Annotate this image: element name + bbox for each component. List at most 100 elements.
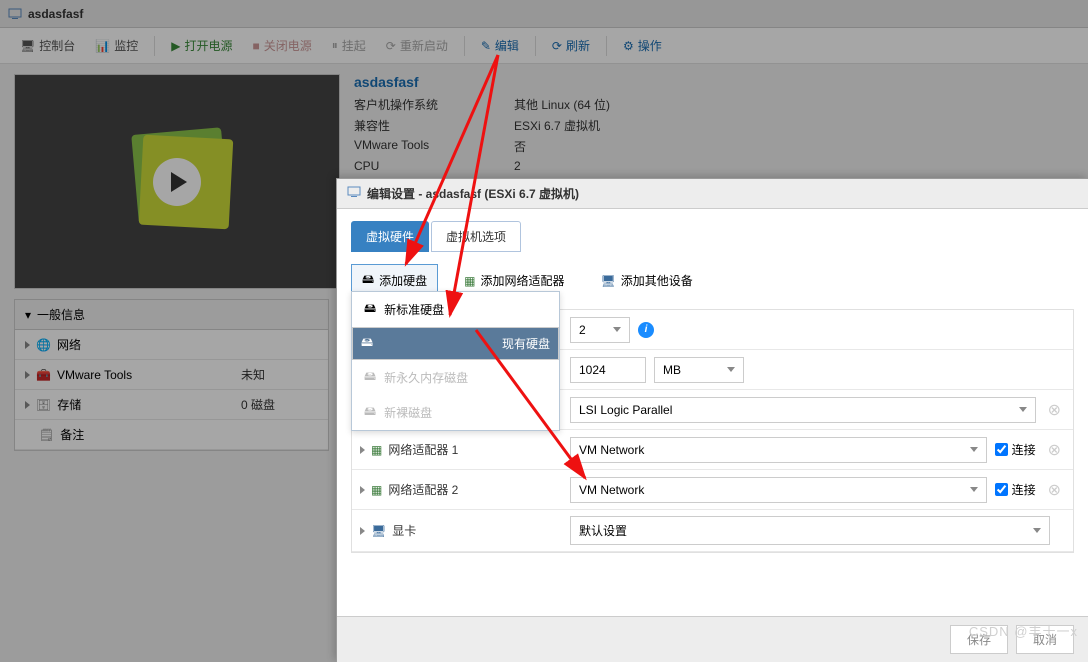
tools-icon: 🧰 [36,368,51,382]
remove-device-icon[interactable]: ⊗ [1044,480,1065,500]
info-value: ESXi 6.7 虚拟机 [514,117,600,134]
remove-device-icon[interactable]: ⊗ [1044,400,1065,420]
memory-input[interactable] [570,357,646,383]
scsi-controller-select[interactable]: LSI Logic Parallel [570,397,1036,423]
chevron-down-icon [970,447,978,452]
hw-row-video: 🖥显卡 默认设置 [352,510,1073,552]
info-label: VMware Tools [354,138,514,155]
hw-row-net1: ▦网络适配器 1 VM Network 连接 ⊗ [352,430,1073,470]
expand-icon [25,371,30,379]
network-icon: 🌐 [36,338,51,352]
separator [606,36,607,56]
video-settings-select[interactable]: 默认设置 [570,516,1050,545]
info-value: 2 [514,159,521,173]
chevron-down-icon [727,367,735,372]
pause-icon: ⏸ [332,38,338,53]
separator [154,36,155,56]
separator [535,36,536,56]
side-row-network[interactable]: 🌐网络 [15,330,328,360]
device-icon: 🖥 [601,274,616,288]
refresh-icon: ⟳ [552,39,562,53]
dialog-title: 编辑设置 - asdasfasf (ESXi 6.7 虚拟机) [367,185,579,202]
separator [464,36,465,56]
expand-icon[interactable] [360,527,365,535]
edit-button[interactable]: ✎编辑 [473,33,527,58]
disk-icon: 🖴 [364,299,376,320]
monitor-button[interactable]: 📊监控 [87,33,146,58]
dropdown-item-raw-disk: 🖴新裸磁盘 [352,395,559,430]
side-row-storage[interactable]: 🗄存储0 磁盘 [15,390,328,420]
general-info-panel: ▾一般信息 🌐网络 🧰VMware Tools未知 🗄存储0 磁盘 🗒备注 [14,299,329,451]
restart-button[interactable]: ⟳重新启动 [378,33,456,58]
net2-network-select[interactable]: VM Network [570,477,987,503]
refresh-button[interactable]: ⟳刷新 [544,33,598,58]
console-icon: 🖥 [20,39,35,53]
net2-connect-checkbox[interactable]: 连接 [995,481,1036,498]
play-overlay-icon[interactable] [153,158,201,206]
edit-settings-dialog: 编辑设置 - asdasfasf (ESXi 6.7 虚拟机) 虚拟硬件 虚拟机… [336,178,1088,662]
monitor-icon: 📊 [95,39,110,53]
expand-icon[interactable] [360,446,365,454]
dropdown-item-existing-disk[interactable]: 🖴现有硬盘 [352,327,559,360]
chevron-down-icon [970,487,978,492]
power-on-button[interactable]: ▶打开电源 [163,33,240,58]
tab-vm-options[interactable]: 虚拟机选项 [431,221,521,252]
expand-icon [25,341,30,349]
vm-name-heading: asdasfasf [354,74,1074,90]
disk-icon: 🗄 [36,398,51,412]
vm-title: asdasfasf [28,7,83,21]
gear-icon: ⚙ [623,39,634,53]
net1-connect-checkbox[interactable]: 连接 [995,441,1036,458]
vm-icon [347,185,361,202]
dropdown-item-new-standard-disk[interactable]: 🖴新标准硬盘 [352,292,559,327]
add-device-toolbar: 🖴 添加硬盘 ▦ 添加网络适配器 🖥 添加其他设备 🖴新标准硬盘 🖴现有硬盘 🖴… [351,264,1074,297]
memory-unit-select[interactable]: MB [654,357,744,383]
actions-button[interactable]: ⚙操作 [615,33,670,58]
side-row-tools[interactable]: 🧰VMware Tools未知 [15,360,328,390]
console-button[interactable]: 🖥控制台 [12,33,83,58]
vm-preview[interactable] [14,74,340,289]
dialog-tabs: 虚拟硬件 虚拟机选项 [351,221,1074,252]
disk-icon: 🖴 [361,333,373,354]
disk-icon: 🖴 [364,367,376,388]
add-disk-dropdown: 🖴新标准硬盘 🖴现有硬盘 🖴新永久内存磁盘 🖴新裸磁盘 [351,291,560,431]
nic-icon: ▦ [371,443,382,457]
main-toolbar: 🖥控制台 📊监控 ▶打开电源 ■关闭电源 ⏸挂起 ⟳重新启动 ✎编辑 ⟳刷新 ⚙… [0,28,1088,64]
tab-virtual-hardware[interactable]: 虚拟硬件 [351,221,429,252]
info-label: CPU [354,159,514,173]
play-icon: ▶ [171,39,180,53]
net1-network-select[interactable]: VM Network [570,437,987,463]
pencil-icon: ✎ [481,39,491,53]
add-network-adapter-button[interactable]: ▦ 添加网络适配器 [454,267,574,294]
side-row-notes[interactable]: 🗒备注 [15,420,328,450]
add-other-device-button[interactable]: 🖥 添加其他设备 [591,267,703,294]
video-icon: 🖥 [371,524,386,538]
restart-icon: ⟳ [386,39,396,53]
dropdown-item-pmem-disk: 🖴新永久内存磁盘 [352,360,559,395]
panel-heading: ▾一般信息 [15,300,328,330]
info-value: 否 [514,138,526,155]
disk-icon: 🖴 [362,270,374,291]
expand-icon[interactable] [360,486,365,494]
power-off-button[interactable]: ■关闭电源 [244,33,319,58]
watermark: CSDN @丰十一x [969,621,1078,640]
cpu-count-select[interactable]: 2 [570,317,630,343]
chevron-down-icon [613,327,621,332]
suspend-button[interactable]: ⏸挂起 [324,33,374,58]
dialog-title-bar: 编辑设置 - asdasfasf (ESXi 6.7 虚拟机) [337,179,1088,209]
info-icon[interactable]: i [638,322,654,338]
stop-icon: ■ [252,39,259,53]
hw-row-net2: ▦网络适配器 2 VM Network 连接 ⊗ [352,470,1073,510]
info-label: 客户机操作系统 [354,96,514,113]
notes-icon: 🗒 [39,428,54,442]
nic-icon: ▦ [464,274,475,288]
disk-icon: 🖴 [364,402,376,423]
info-value: 其他 Linux (64 位) [514,96,610,113]
window-header: asdasfasf [0,0,1088,28]
vm-icon [8,7,22,21]
expand-icon [25,401,30,409]
nic-icon: ▦ [371,483,382,497]
chevron-down-icon [1033,528,1041,533]
remove-device-icon[interactable]: ⊗ [1044,440,1065,460]
chevron-down-icon [1019,407,1027,412]
